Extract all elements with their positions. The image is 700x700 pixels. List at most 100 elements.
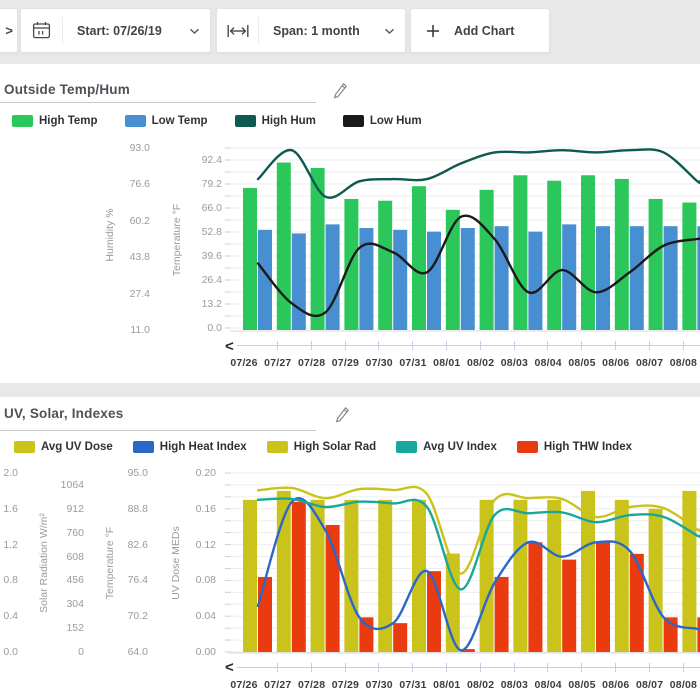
scrollbar-tick	[615, 341, 616, 350]
axis-tick-label: 0.12	[172, 539, 216, 551]
bar-high-thw-index	[393, 623, 407, 652]
start-date-label: Start: 07/26/19	[77, 24, 162, 38]
chevron-right-icon: >	[5, 23, 13, 38]
span-selector[interactable]: Span: 1 month	[216, 8, 406, 53]
bar-high-temp	[344, 199, 358, 330]
bar-high-thw-index	[528, 542, 542, 652]
x-axis-date-label: 08/04	[530, 357, 566, 370]
x-axis-date-label: 07/28	[294, 357, 330, 370]
x-axis-date-label: 08/03	[496, 357, 532, 370]
axis-tick-label: 0.04	[172, 610, 216, 622]
bar-high-thw-index	[258, 577, 272, 652]
x-axis-date-label: 08/08	[665, 357, 700, 370]
x-axis-date-label: 08/05	[564, 357, 600, 370]
axis-tick-label: 2.0	[0, 467, 18, 479]
scrollbar-tick	[277, 341, 278, 350]
x-axis-date-label: 07/29	[327, 679, 363, 692]
axis-tick-label: 70.2	[104, 610, 148, 622]
scrollbar-tick	[412, 341, 413, 350]
bar-high-thw-index	[562, 560, 576, 652]
scrollbar-track[interactable]	[237, 667, 700, 668]
x-axis-date-label: 07/30	[361, 357, 397, 370]
add-chart-button[interactable]: Add Chart	[410, 8, 550, 53]
scrollbar-tick	[547, 341, 548, 350]
scroll-left-arrow[interactable]: <	[225, 339, 234, 355]
add-chart-label: Add Chart	[454, 24, 514, 38]
x-axis-date-label: 07/31	[395, 679, 431, 692]
bar-high-temp	[311, 168, 325, 330]
x-axis-date-label: 08/07	[632, 679, 668, 692]
axis-tick-label: 93.0	[106, 142, 150, 154]
bar-high-thw-index	[596, 542, 610, 652]
plus-icon	[426, 24, 440, 38]
x-axis-date-label: 07/27	[260, 357, 296, 370]
x-axis-date-label: 07/27	[260, 679, 296, 692]
axis-tick-label: 608	[40, 551, 84, 563]
scrollbar-tick	[480, 341, 481, 350]
scroll-left-arrow[interactable]: <	[225, 660, 234, 676]
axis-tick-label: 0.08	[172, 574, 216, 586]
scrollbar-tick	[446, 341, 447, 350]
date-start-selector[interactable]: Start: 07/26/19	[20, 8, 211, 53]
toolbar: > Start: 07/26/19	[0, 0, 700, 64]
bar-avg-uv-dose	[547, 500, 561, 652]
bar-low-temp	[596, 226, 610, 330]
axis-tick-label: 88.8	[104, 503, 148, 515]
scrollbar-tick	[277, 663, 278, 672]
bar-high-temp	[480, 190, 494, 330]
scrollbar-tick	[683, 341, 684, 350]
axis-tick-label: 0.0	[178, 322, 222, 334]
scrollbar-tick	[649, 663, 650, 672]
axis-tick-label: 760	[40, 527, 84, 539]
bar-low-temp	[326, 224, 340, 330]
bar-low-temp	[630, 226, 644, 330]
x-axis-date-label: 07/31	[395, 357, 431, 370]
axis-tick-label: 43.8	[106, 251, 150, 263]
scrollbar-track[interactable]	[237, 345, 700, 346]
axis-tick-label: 0.16	[172, 503, 216, 515]
axis-tick-label: 1064	[40, 479, 84, 491]
bar-avg-uv-dose	[649, 509, 663, 652]
bar-high-temp	[547, 181, 561, 330]
bar-low-temp	[427, 232, 441, 330]
bar-high-temp	[682, 203, 696, 330]
bar-avg-uv-dose	[513, 500, 527, 652]
x-axis-date-label: 08/07	[632, 357, 668, 370]
scrollbar-tick	[345, 663, 346, 672]
axis-tick-label: 0.0	[0, 646, 18, 658]
bar-high-temp	[277, 163, 291, 330]
x-axis-date-label: 07/26	[226, 679, 262, 692]
x-axis-date-label: 08/06	[598, 679, 634, 692]
bar-high-thw-index	[630, 554, 644, 652]
axis-tick-label: 456	[40, 574, 84, 586]
bar-high-thw-index	[292, 502, 306, 652]
scrollbar-tick	[311, 341, 312, 350]
scrollbar-tick	[649, 341, 650, 350]
bar-high-temp	[513, 175, 527, 330]
collapse-toolbar-button[interactable]: >	[0, 8, 18, 53]
axis-tick-label: 95.0	[104, 467, 148, 479]
bar-low-temp	[292, 233, 306, 330]
bar-high-temp	[649, 199, 663, 330]
x-axis-date-label: 08/05	[564, 679, 600, 692]
bar-low-temp	[461, 228, 475, 330]
scrollbar-tick	[547, 663, 548, 672]
axis-tick-label: 1.6	[0, 503, 18, 515]
bar-avg-uv-dose	[243, 500, 257, 652]
chevron-down-icon	[384, 22, 395, 40]
span-label: Span: 1 month	[273, 24, 360, 38]
axis-tick-label: 0.4	[0, 610, 18, 622]
axis-tick-label: 1.2	[0, 539, 18, 551]
axis-tick-label: 11.0	[106, 324, 150, 336]
axis-tick-label: 13.2	[178, 298, 222, 310]
chevron-down-icon	[189, 22, 200, 40]
bar-low-temp	[528, 232, 542, 330]
divider	[258, 17, 259, 44]
axis-tick-label: 92.4	[178, 154, 222, 166]
bar-high-temp	[243, 188, 257, 330]
axis-tick-label: 64.0	[104, 646, 148, 658]
axis-tick-label: 60.2	[106, 215, 150, 227]
bar-high-temp	[412, 186, 426, 330]
axis-tick-label: 26.4	[178, 274, 222, 286]
bar-high-thw-index	[495, 577, 509, 652]
